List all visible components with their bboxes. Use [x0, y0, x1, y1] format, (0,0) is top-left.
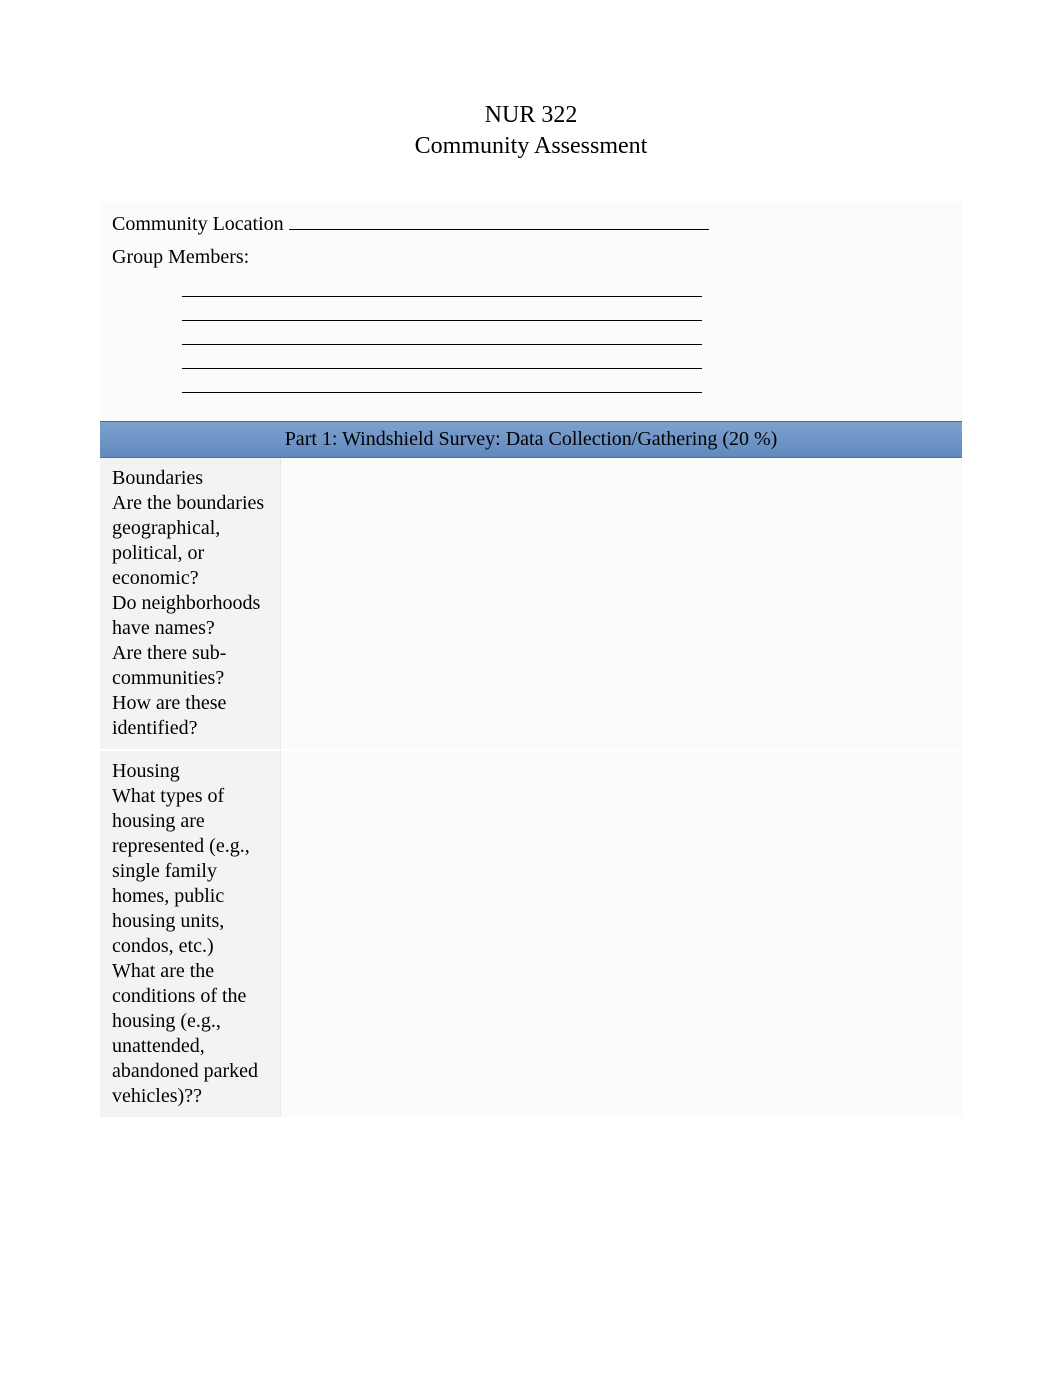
- answer-boundaries[interactable]: [280, 458, 962, 750]
- section-header-part1: Part 1: Windshield Survey: Data Collecti…: [100, 421, 962, 458]
- prompt-heading: Housing: [112, 759, 268, 784]
- answer-housing[interactable]: [280, 750, 962, 1117]
- prompt-body: Are the boundaries geographical, politic…: [112, 492, 264, 739]
- prompt-body: What types of housing are represented (e…: [112, 785, 258, 1107]
- form-box: Community Location Group Members: Part 1…: [100, 202, 962, 1117]
- group-member-input-4[interactable]: [182, 345, 702, 369]
- survey-table: Boundaries Are the boundaries geographic…: [100, 458, 962, 1117]
- community-location-row: Community Location: [100, 202, 962, 240]
- table-row: Housing What types of housing are repres…: [100, 750, 962, 1117]
- community-location-input[interactable]: [289, 212, 709, 230]
- table-row: Boundaries Are the boundaries geographic…: [100, 458, 962, 750]
- page-title: Community Assessment: [100, 131, 962, 162]
- community-location-label: Community Location: [112, 213, 284, 235]
- prompt-heading: Boundaries: [112, 466, 268, 491]
- group-members-row: Group Members:: [100, 240, 962, 403]
- page: NUR 322 Community Assessment Community L…: [0, 0, 1062, 1177]
- group-members-lines: [112, 269, 950, 393]
- group-member-input-5[interactable]: [182, 369, 702, 393]
- prompt-boundaries: Boundaries Are the boundaries geographic…: [100, 458, 280, 750]
- group-member-input-1[interactable]: [182, 273, 702, 297]
- prompt-housing: Housing What types of housing are repres…: [100, 750, 280, 1117]
- title-block: NUR 322 Community Assessment: [100, 100, 962, 162]
- course-code: NUR 322: [100, 100, 962, 131]
- group-member-input-2[interactable]: [182, 297, 702, 321]
- group-members-label: Group Members:: [112, 246, 249, 268]
- group-member-input-3[interactable]: [182, 321, 702, 345]
